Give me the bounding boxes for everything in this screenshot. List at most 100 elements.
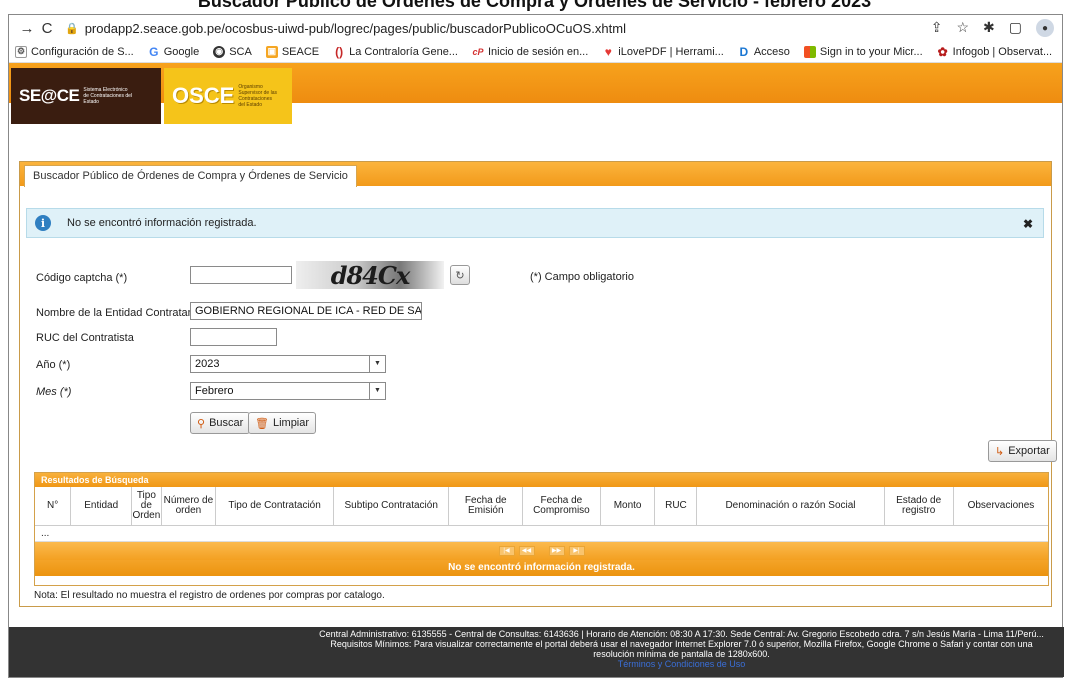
year-select[interactable]: 2023 ▼ <box>190 355 386 373</box>
share-icon[interactable]: ⇪ <box>931 19 943 37</box>
search-button[interactable]: ⚲ Buscar <box>190 412 251 434</box>
tab-buscador[interactable]: Buscador Público de Órdenes de Compra y … <box>24 165 357 187</box>
info-icon: i <box>35 215 51 231</box>
info-message: No se encontró información registrada. <box>67 217 257 229</box>
reload-icon[interactable]: C <box>37 20 57 37</box>
refresh-icon: ↻ <box>455 269 465 282</box>
clear-button[interactable]: 🗑 Limpiar <box>248 412 317 434</box>
osce-logo-text: OSCE <box>172 83 235 108</box>
column-header[interactable]: Tipo de Contratación <box>215 487 334 526</box>
bookmark-label: Inicio de sesión en... <box>487 45 589 58</box>
column-header[interactable]: Observaciones <box>953 487 1048 526</box>
month-select[interactable]: Febrero ▼ <box>190 382 386 400</box>
chevron-down-icon[interactable]: ▼ <box>369 356 385 372</box>
results-section: Resultados de Búsqueda N° Entidad Tipo d… <box>34 472 1049 586</box>
column-header[interactable]: Fecha de Compromiso <box>522 487 601 526</box>
seace-logo[interactable]: SE@CE Sistema Electrónico de Contratacio… <box>11 68 161 124</box>
seace-icon: ▣ <box>265 45 278 58</box>
export-button[interactable]: ↳ Exportar <box>988 440 1057 462</box>
year-label: Año (*) <box>36 359 71 371</box>
seace-logo-text: SE@CE <box>19 86 80 105</box>
bookmark-label: La Contraloría Gene... <box>349 45 458 58</box>
table-row: ... <box>35 525 1048 542</box>
bookmark-label: Sign in to your Micr... <box>819 45 923 58</box>
ilovepdf-icon: ♥ <box>604 44 612 59</box>
sca-icon: ◉ <box>213 45 226 58</box>
entity-label: Nombre de la Entidad Contratante <box>36 307 203 319</box>
sidepanel-icon[interactable]: ▢ <box>1009 19 1022 37</box>
column-header[interactable]: N° <box>35 487 72 526</box>
column-header[interactable]: Denominación o razón Social <box>696 487 885 526</box>
ruc-input[interactable] <box>190 328 277 346</box>
column-header[interactable]: Fecha de Emisión <box>448 487 524 526</box>
seace-logo-subtitle: Sistema Electrónico de Contrataciones de… <box>83 87 133 105</box>
month-label: Mes (*) <box>36 386 72 398</box>
bookmark-label: iLovePDF | Herrami... <box>618 45 724 58</box>
column-header[interactable]: Monto <box>600 487 656 526</box>
results-note: Nota: El resultado no muestra el registr… <box>34 590 385 601</box>
results-table: N° Entidad Tipo de Orden Número de orden… <box>35 487 1048 542</box>
bookmark-item[interactable]: G Google <box>148 44 200 59</box>
year-select-value: 2023 <box>195 358 220 370</box>
last-page-button[interactable]: ▶| <box>568 545 585 556</box>
site-header: SE@CE Sistema Electrónico de Contratacio… <box>9 63 1062 129</box>
captcha-image: d84Cx <box>296 260 444 290</box>
bookmark-label: Acceso <box>753 45 790 58</box>
osce-logo[interactable]: OSCE Organismo Supervisor de las Contrat… <box>164 68 292 124</box>
bookmark-item[interactable]: ♥ iLovePDF | Herrami... <box>602 44 724 59</box>
bookmark-item[interactable]: ⚙ Configuración de S... <box>15 45 134 58</box>
column-header[interactable]: Tipo de Orden <box>131 487 162 526</box>
bookmark-item[interactable]: Sign in to your Micr... <box>803 45 923 58</box>
bookmark-item[interactable]: () La Contraloría Gene... <box>333 44 458 59</box>
bookmark-label: SCA <box>229 45 252 58</box>
empty-results-message: No se encontró información registrada. <box>35 559 1048 576</box>
contraloria-icon: () <box>335 44 344 59</box>
bookmark-item[interactable]: ◉ SCA <box>213 45 252 58</box>
search-panel: Buscador Público de Órdenes de Compra y … <box>19 161 1057 607</box>
next-page-button[interactable]: ▶▶ <box>548 545 565 556</box>
info-message-box: i No se encontró información registrada.… <box>26 208 1044 238</box>
captcha-text: d84Cx <box>330 260 411 290</box>
column-header[interactable]: Estado de registro <box>884 487 954 526</box>
search-icon: ⚲ <box>197 417 206 430</box>
bookmark-item[interactable]: D Acceso <box>738 45 790 59</box>
entity-input[interactable]: GOBIERNO REGIONAL DE ICA - RED DE SALUD … <box>190 302 422 320</box>
results-title: Resultados de Búsqueda <box>35 473 1048 487</box>
table-cell: ... <box>35 525 1048 542</box>
footer: Central Administrativo: 6135555 - Centra… <box>9 627 1064 677</box>
url-field[interactable]: prodapp2.seace.gob.pe/ocosbus-uiwd-pub/l… <box>85 21 931 36</box>
first-page-button[interactable]: |◀ <box>498 545 515 556</box>
google-icon: G <box>149 44 159 59</box>
column-header[interactable]: RUC <box>654 487 698 526</box>
captcha-input[interactable] <box>190 266 292 284</box>
column-header[interactable]: Número de orden <box>161 487 217 526</box>
table-header-row: N° Entidad Tipo de Orden Número de orden… <box>35 487 1048 526</box>
month-select-value: Febrero <box>195 385 234 397</box>
profile-icon[interactable]: ● <box>1036 19 1054 37</box>
forward-arrow-icon[interactable]: → <box>17 20 37 37</box>
bookmark-item[interactable]: ▣ SEACE <box>265 45 319 58</box>
refresh-captcha-button[interactable]: ↻ <box>450 265 470 285</box>
page-caption: Buscador Público de Órdenes de Compra y … <box>197 0 872 11</box>
bookmark-label: Infogob | Observat... <box>952 45 1053 58</box>
star-icon[interactable]: ☆ <box>956 19 969 37</box>
osce-logo-subtitle: Organismo Supervisor de las Contratacion… <box>238 84 277 108</box>
close-icon[interactable]: ✖ <box>1023 217 1033 231</box>
bookmark-item[interactable]: ✿ Infogob | Observat... <box>937 45 1053 59</box>
bookmark-label: Configuración de S... <box>31 45 134 58</box>
trash-icon: 🗑 <box>255 417 269 430</box>
bookmark-label: Google <box>163 45 200 58</box>
lock-icon[interactable]: 🔒 <box>65 22 79 35</box>
required-note: (*) Campo obligatorio <box>530 271 634 283</box>
column-header[interactable]: Subtipo Contratación <box>333 487 450 526</box>
extensions-icon[interactable]: ✱ <box>983 19 995 37</box>
column-header[interactable]: Entidad <box>70 487 133 526</box>
paginator: |◀ ◀◀ ▶▶ ▶| <box>35 541 1048 560</box>
export-icon: ↳ <box>995 445 1005 458</box>
browser-window: → C 🔒 prodapp2.seace.gob.pe/ocosbus-uiwd… <box>8 14 1064 678</box>
bookmark-item[interactable]: cP Inicio de sesión en... <box>472 46 588 58</box>
clear-button-label: Limpiar <box>272 417 310 429</box>
prev-page-button[interactable]: ◀◀ <box>518 545 535 556</box>
chevron-down-icon[interactable]: ▼ <box>369 383 385 399</box>
footer-terms-link[interactable]: Términos y Condiciones de Uso <box>319 659 1044 669</box>
